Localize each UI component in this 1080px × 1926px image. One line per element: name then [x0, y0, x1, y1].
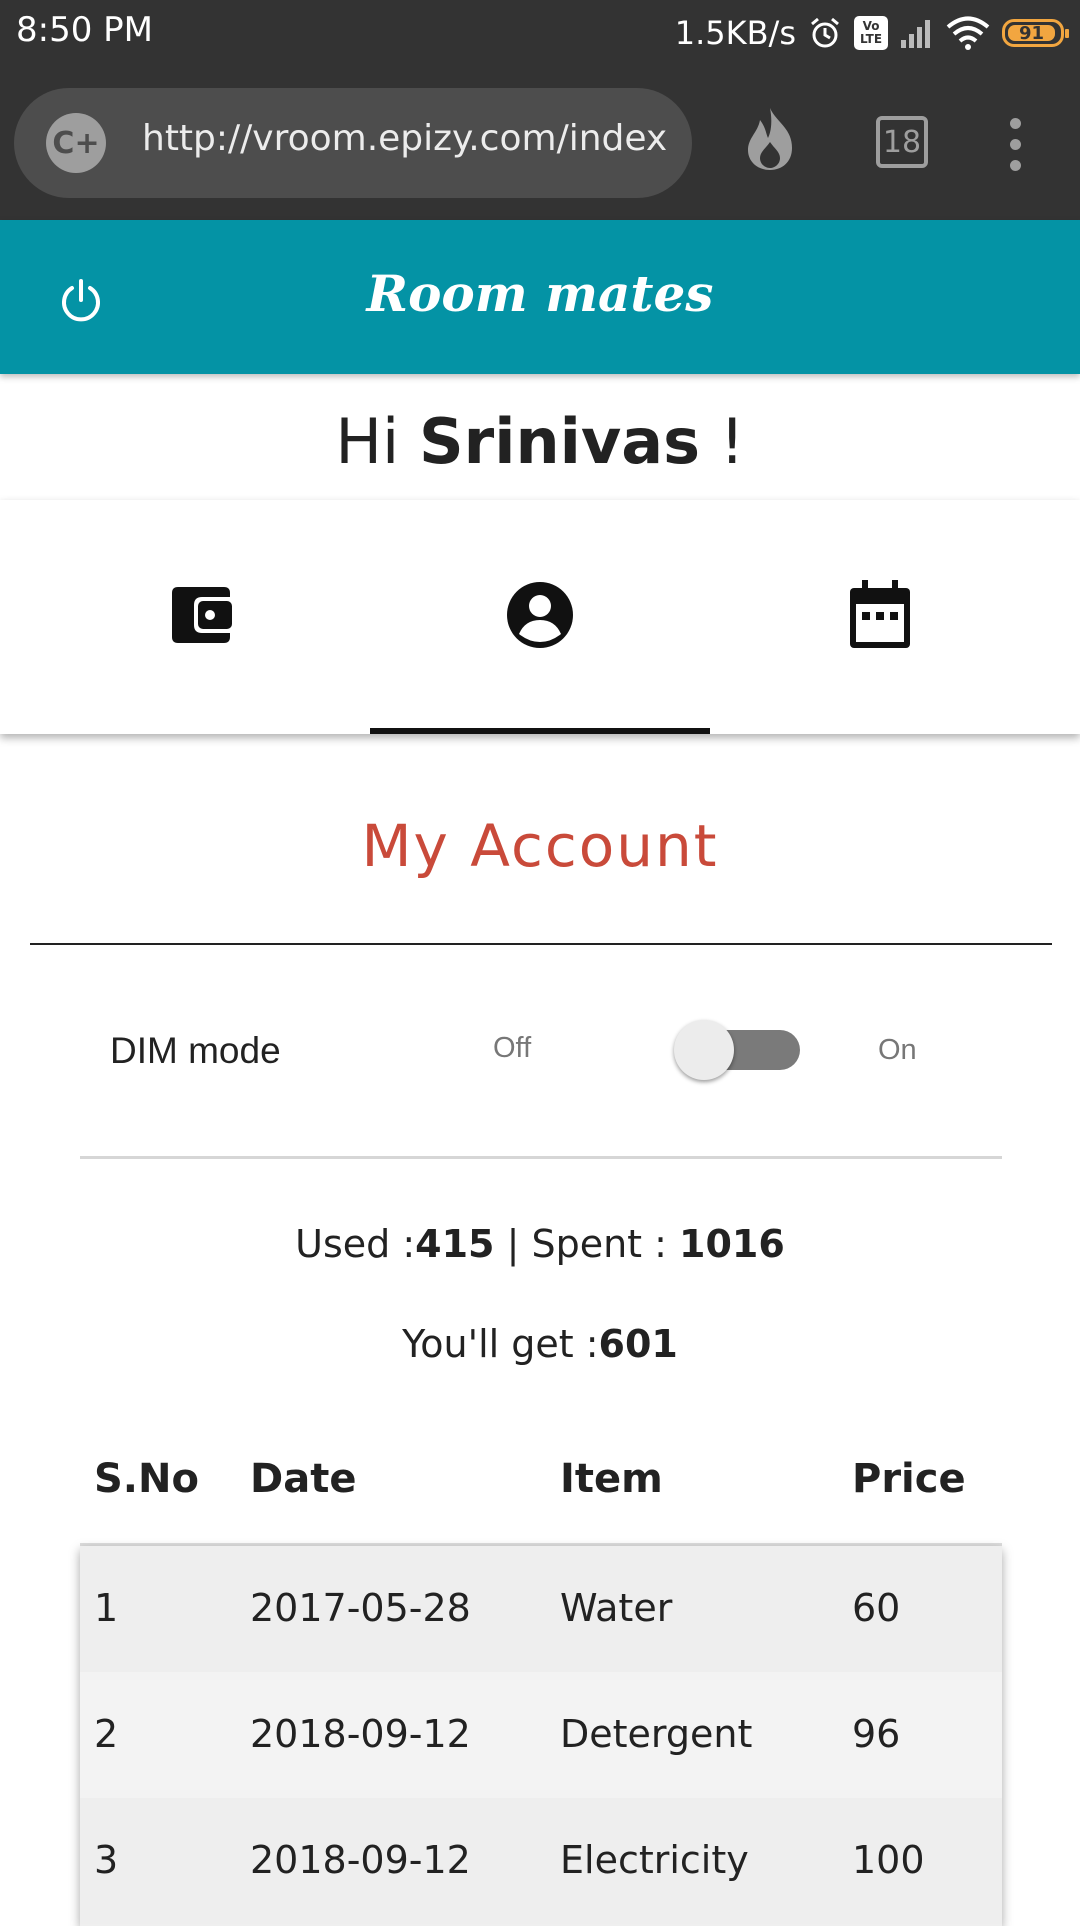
app-title: Room mates: [366, 264, 714, 323]
url-text[interactable]: http://vroom.epizy.com/index.php: [142, 118, 670, 159]
greeting-suffix: !: [700, 405, 745, 478]
divider-light: [80, 1156, 1002, 1159]
toggle-off-label: Off: [493, 1032, 532, 1064]
toggle-on-label: On: [878, 1034, 917, 1066]
battery-level: 91: [1008, 23, 1055, 44]
balance-summary: You'll get :601: [0, 1322, 1080, 1366]
browser-menu-icon[interactable]: [1010, 118, 1022, 171]
cell-item: Electricity: [560, 1838, 749, 1882]
status-bar: 8:50 PM 1.5KB/s Vo LTE 91: [0, 0, 1080, 66]
table-row: 2 2018-09-12 Detergent 96: [80, 1672, 1002, 1798]
greeting: Hi Srinivas !: [0, 405, 1080, 478]
battery-icon: 91: [1002, 19, 1069, 47]
alarm-icon: [808, 16, 842, 50]
calendar-icon: [848, 579, 912, 655]
usage-summary: Used :415 | Spent : 1016: [0, 1222, 1080, 1266]
table-row: 1 2017-05-28 Water 60: [80, 1546, 1002, 1672]
tab-calendar[interactable]: [710, 500, 1050, 734]
address-bar[interactable]: C+ http://vroom.epizy.com/index.php: [14, 88, 692, 198]
tab-wallet[interactable]: [30, 500, 370, 734]
table-header: S.No Date Item Price: [80, 1440, 1002, 1546]
cell-price: 100: [852, 1838, 925, 1882]
header-date: Date: [250, 1456, 357, 1502]
tab-bar: [0, 500, 1080, 734]
divider: [30, 943, 1052, 945]
flame-icon[interactable]: [740, 106, 800, 177]
account-circle-icon: [505, 580, 575, 655]
tab-switcher-button[interactable]: 18: [876, 116, 928, 168]
header-sno: S.No: [94, 1456, 199, 1502]
summary-separator: |: [494, 1222, 532, 1266]
cell-item: Detergent: [560, 1712, 753, 1756]
get-value: 601: [598, 1322, 678, 1366]
header-price: Price: [852, 1456, 966, 1502]
signal-icon: [900, 18, 934, 48]
greeting-prefix: Hi: [335, 405, 419, 478]
cell-sno: 3: [94, 1838, 119, 1882]
tab-account[interactable]: [370, 500, 710, 734]
spent-label: Spent :: [531, 1222, 680, 1266]
dim-mode-label: DIM mode: [110, 1030, 281, 1071]
wifi-icon: [946, 16, 990, 50]
cell-sno: 2: [94, 1712, 119, 1756]
table-row: 3 2018-09-12 Electricity 100: [80, 1798, 1002, 1924]
used-value: 415: [415, 1222, 495, 1266]
section-title: My Account: [361, 812, 719, 880]
dim-mode-toggle[interactable]: [674, 1020, 800, 1080]
cell-date: 2018-09-12: [250, 1712, 471, 1756]
status-time: 8:50 PM: [16, 10, 153, 50]
get-label: You'll get :: [402, 1322, 599, 1366]
used-label: Used :: [295, 1222, 416, 1266]
browser-toolbar: C+ http://vroom.epizy.com/index.php 18: [0, 66, 1080, 220]
wallet-icon: [166, 583, 234, 652]
cell-price: 96: [852, 1712, 901, 1756]
site-info-icon[interactable]: C+: [46, 113, 106, 173]
volte-icon: Vo LTE: [854, 16, 888, 50]
app-header: Room mates: [0, 220, 1080, 374]
table-body: 1 2017-05-28 Water 60 2 2018-09-12 Deter…: [80, 1546, 1002, 1926]
cell-item: Water: [560, 1586, 673, 1630]
network-speed: 1.5KB/s: [674, 14, 796, 52]
toggle-knob[interactable]: [674, 1020, 734, 1080]
cell-price: 60: [852, 1586, 901, 1630]
cell-sno: 1: [94, 1586, 119, 1630]
user-name: Srinivas: [418, 405, 701, 478]
cell-date: 2018-09-12: [250, 1838, 471, 1882]
header-item: Item: [560, 1456, 663, 1502]
cell-date: 2017-05-28: [250, 1586, 471, 1630]
status-icons: 1.5KB/s Vo LTE 91: [674, 10, 1069, 56]
spent-value: 1016: [679, 1222, 785, 1266]
